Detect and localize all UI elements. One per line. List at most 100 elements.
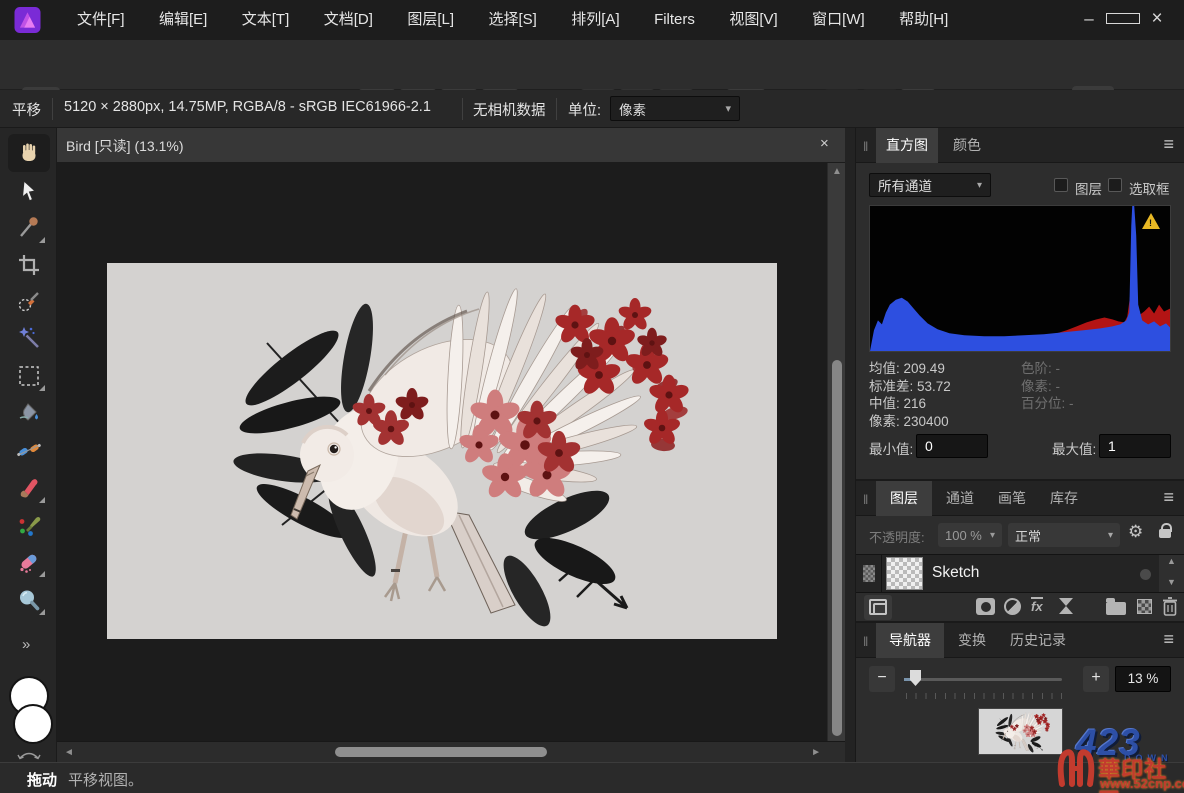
tab-navigator[interactable]: 导航器 xyxy=(876,623,944,658)
vertical-scroll-thumb[interactable] xyxy=(832,360,842,736)
live-filter-button[interactable]: fx xyxy=(1031,598,1043,616)
zoom-slider-track[interactable] xyxy=(904,678,1062,681)
menu-window[interactable]: 窗口[W] xyxy=(797,0,880,40)
menu-view[interactable]: 视图[V] xyxy=(714,0,792,40)
tab-stock[interactable]: 库存 xyxy=(1040,481,1088,516)
layer-type-badge xyxy=(856,555,882,592)
median-value: 216 xyxy=(904,396,927,411)
channel-dropdown[interactable]: 所有通道 ▾ xyxy=(869,173,991,197)
scroll-left-icon[interactable]: ◄ xyxy=(64,747,74,758)
move-tool[interactable] xyxy=(16,178,42,204)
new-pixel-layer-button[interactable] xyxy=(1137,599,1152,614)
tab-channels[interactable]: 通道 xyxy=(936,481,984,516)
horizontal-scroll-thumb[interactable] xyxy=(335,747,547,757)
marquee-checkbox-label: 选取框 xyxy=(1129,178,1170,198)
opacity-dropdown[interactable]: 100 % ▾ xyxy=(938,523,1002,547)
layers-checkbox[interactable] xyxy=(1054,178,1068,192)
menu-arrange[interactable]: 排列[A] xyxy=(556,0,634,40)
scroll-up-icon[interactable]: ▲ xyxy=(832,166,842,177)
layer-row[interactable]: Sketch ▲ ▼ xyxy=(856,554,1184,593)
scroll-up-icon[interactable]: ▲ xyxy=(1167,556,1176,566)
erase-brush-tool[interactable] xyxy=(16,549,42,575)
panel-menu-icon[interactable]: ≡ xyxy=(1163,629,1174,650)
panel-menu-icon[interactable]: ≡ xyxy=(1163,134,1174,155)
document-tab[interactable]: Bird [只读] (13.1%) xyxy=(66,136,183,156)
minimize-button[interactable]: – xyxy=(1072,6,1106,32)
navigator-thumbnail[interactable] xyxy=(978,708,1063,755)
delete-layer-button[interactable] xyxy=(1162,597,1178,621)
selection-brush-tool[interactable] xyxy=(16,288,42,314)
document-page[interactable] xyxy=(107,263,777,639)
tools-overflow-button[interactable]: » xyxy=(22,636,30,653)
tab-transform[interactable]: 变换 xyxy=(948,623,996,658)
menu-text[interactable]: 文本[T] xyxy=(227,0,305,40)
pan-tool[interactable] xyxy=(16,140,42,166)
group-layers-button[interactable] xyxy=(1106,596,1126,615)
tab-layers[interactable]: 图层 xyxy=(876,481,932,516)
close-button[interactable]: × xyxy=(1140,6,1174,32)
blend-mode-dropdown[interactable]: 正常 ▾ xyxy=(1008,523,1120,547)
zoom-value-input[interactable]: 13 % xyxy=(1115,666,1171,692)
zoom-slider-thumb[interactable] xyxy=(910,670,921,686)
document-tab-close-icon[interactable]: × xyxy=(820,135,829,152)
layer-thumbnail[interactable] xyxy=(886,557,923,590)
menu-filters[interactable]: Filters xyxy=(639,0,710,40)
layer-list-scrollbar[interactable]: ▲ ▼ xyxy=(1159,555,1184,592)
menu-select[interactable]: 选择[S] xyxy=(473,0,551,40)
horizontal-scrollbar[interactable]: ◄ ► xyxy=(57,741,845,762)
zoom-in-button[interactable]: + xyxy=(1083,666,1109,692)
tab-histogram[interactable]: 直方图 xyxy=(876,128,938,163)
scroll-down-icon[interactable]: ▼ xyxy=(1167,577,1176,587)
flood-select-tool[interactable] xyxy=(16,325,42,351)
bird-artwork xyxy=(107,263,777,639)
min-value-input[interactable] xyxy=(916,434,988,458)
adjustment-layer-button[interactable] xyxy=(1004,598,1021,615)
mask-layer-button[interactable] xyxy=(976,598,995,615)
panel-grip-icon[interactable]: ‖ xyxy=(863,492,869,507)
histogram-stats-right: 色阶: - 像素: - 百分位: - xyxy=(1021,360,1074,413)
gradient-tool[interactable] xyxy=(16,437,42,463)
canvas-viewport[interactable] xyxy=(57,163,845,741)
zoom-out-button[interactable]: − xyxy=(869,666,895,692)
tab-color[interactable]: 颜色 xyxy=(944,128,990,163)
units-dropdown[interactable]: 像素 ▾ xyxy=(610,96,740,121)
menu-document[interactable]: 文档[D] xyxy=(309,0,388,40)
marquee-select-tool[interactable] xyxy=(16,363,42,389)
lock-layer-icon[interactable] xyxy=(1159,521,1171,538)
menu-help[interactable]: 帮助[H] xyxy=(884,0,963,40)
blend-options-gear-icon[interactable]: ⚙ xyxy=(1128,522,1143,542)
paint-brush-tool[interactable] xyxy=(16,475,42,501)
panel-grip-icon[interactable]: ‖ xyxy=(863,634,869,649)
menu-file[interactable]: 文件[F] xyxy=(62,0,140,40)
foreground-color-swatch[interactable] xyxy=(13,704,53,744)
document-tab-bar: Bird [只读] (13.1%) × xyxy=(57,128,845,163)
context-toolbar: 平移 5120 × 2880px, 14.75MP, RGBA/8 - sRGB… xyxy=(0,90,1184,128)
histogram-tab-bar: ‖ 直方图 颜色 ≡ xyxy=(856,128,1184,163)
channel-value: 所有通道 xyxy=(878,175,932,195)
blur-tool[interactable] xyxy=(16,587,42,613)
vertical-scrollbar[interactable]: ▲ xyxy=(827,163,845,741)
tab-history[interactable]: 历史记录 xyxy=(1000,623,1076,658)
channel-chevron-icon: ▾ xyxy=(977,180,982,191)
blend-ranges-button[interactable] xyxy=(1058,597,1074,620)
scroll-right-icon[interactable]: ► xyxy=(811,747,821,758)
mean-value: 209.49 xyxy=(904,361,945,376)
panel-grip-icon[interactable]: ‖ xyxy=(863,139,869,154)
layer-name[interactable]: Sketch xyxy=(932,564,979,582)
menu-edit[interactable]: 编辑[E] xyxy=(144,0,222,40)
duplicate-layer-button[interactable] xyxy=(864,595,892,620)
crop-tool[interactable] xyxy=(16,252,42,278)
panel-menu-icon[interactable]: ≡ xyxy=(1163,487,1174,508)
menu-layer[interactable]: 图层[L] xyxy=(392,0,469,40)
maximize-button[interactable] xyxy=(1106,6,1140,32)
tab-brushes[interactable]: 画笔 xyxy=(988,481,1036,516)
layer-visibility-toggle[interactable] xyxy=(1140,569,1151,580)
tools-panel: » xyxy=(0,128,57,762)
marquee-checkbox[interactable] xyxy=(1108,178,1122,192)
histogram-chart xyxy=(870,206,1170,351)
flood-fill-tool[interactable] xyxy=(16,400,42,426)
level-label: 色阶: xyxy=(1021,361,1052,376)
color-replacement-brush-tool[interactable] xyxy=(16,512,42,538)
color-picker-tool[interactable] xyxy=(16,215,42,241)
max-value-input[interactable] xyxy=(1099,434,1171,458)
